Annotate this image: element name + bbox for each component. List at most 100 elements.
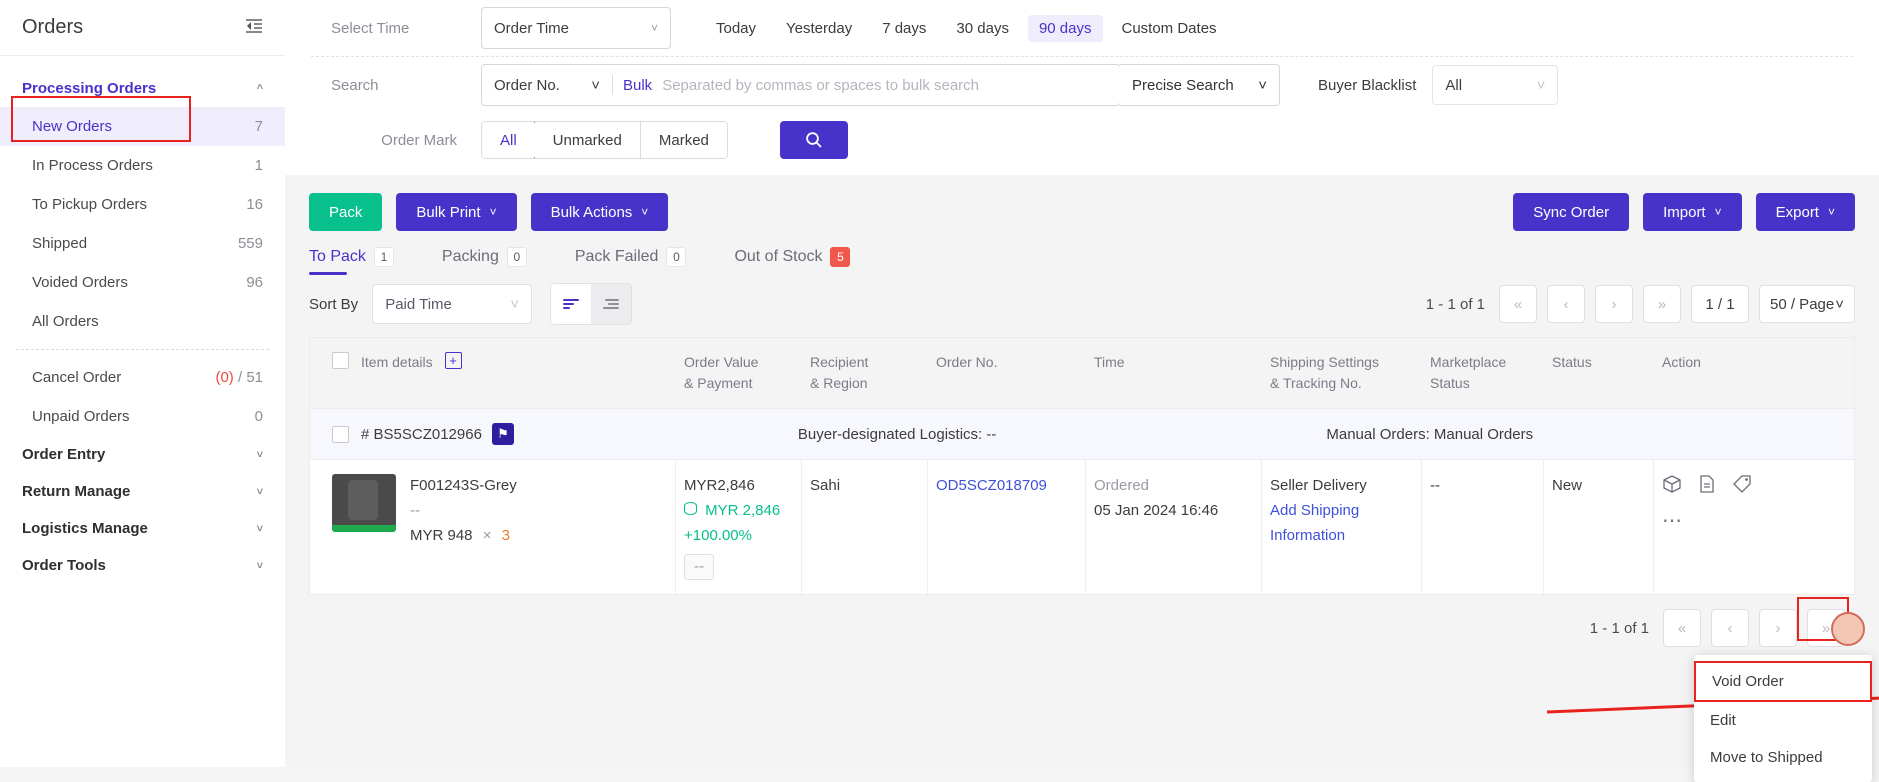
- tab-out-of-stock[interactable]: Out of Stock 5: [734, 247, 851, 275]
- sort-descending-icon: [603, 299, 620, 309]
- sidebar-item-to-pickup-orders[interactable]: To Pickup Orders 16: [0, 185, 285, 224]
- pagination-current-page[interactable]: 1 / 1: [1691, 285, 1749, 323]
- sidebar-item-shipped[interactable]: Shipped 559: [0, 224, 285, 263]
- pagination-last-button[interactable]: »: [1643, 285, 1681, 323]
- time-type-select[interactable]: Order Time ˅: [481, 7, 671, 49]
- support-avatar[interactable]: [1831, 612, 1865, 646]
- buyer-designated-logistics: Buyer-designated Logistics: --: [797, 425, 997, 443]
- tab-packing[interactable]: Packing 0: [442, 247, 527, 275]
- sidebar-group-label: Order Tools: [22, 557, 106, 574]
- bulk-search-toggle[interactable]: Bulk: [613, 77, 660, 94]
- sidebar-item-new-orders[interactable]: New Orders 7: [0, 107, 285, 146]
- paid-value-line: MYR 2,846: [684, 499, 793, 524]
- order-mark-marked[interactable]: Marked: [640, 122, 727, 158]
- sidebar-item-count: 559: [237, 235, 263, 252]
- quick-range-yesterday[interactable]: Yesterday: [775, 15, 863, 42]
- tab-pack-failed[interactable]: Pack Failed 0: [575, 247, 687, 275]
- chevron-down-icon: ˅: [650, 21, 658, 35]
- item-text-block: F001243S-Grey -- MYR 948 × 3: [410, 474, 517, 548]
- pack-button[interactable]: Pack: [309, 193, 383, 231]
- pagination-page-size-select[interactable]: 50 / Page ˅: [1759, 285, 1855, 323]
- pagination-next-button-bottom[interactable]: ›: [1759, 609, 1797, 648]
- order-no-link[interactable]: OD5SCZ018709: [936, 477, 1047, 494]
- filter-row-time: Select Time Order Time ˅ Today Yesterday…: [309, 0, 1855, 56]
- bulk-actions-button[interactable]: Bulk Actions ˅: [530, 193, 669, 231]
- sidebar-item-all-orders[interactable]: All Orders: [0, 302, 285, 341]
- quick-range-90-days[interactable]: 90 days: [1027, 14, 1103, 42]
- sort-direction-group: [550, 283, 633, 325]
- sort-descending-button[interactable]: [591, 284, 632, 324]
- sidebar-item-in-process-orders[interactable]: In Process Orders 1: [0, 146, 285, 185]
- bulk-print-label: Bulk Print: [416, 203, 481, 221]
- table-header-recipient: Recipient & Region: [802, 348, 928, 398]
- pagination-next-button[interactable]: ›: [1595, 285, 1633, 323]
- package-icon[interactable]: [1662, 474, 1682, 498]
- search-input[interactable]: [660, 65, 1120, 105]
- expand-columns-icon[interactable]: +: [444, 352, 462, 369]
- status-tabs: To Pack 1 Packing 0 Pack Failed 0 Out of…: [285, 231, 1879, 275]
- search-button[interactable]: [779, 121, 848, 159]
- export-button[interactable]: Export ˅: [1755, 193, 1855, 231]
- sidebar-item-cancel-order[interactable]: Cancel Order (0) / 51: [0, 358, 285, 397]
- table-header-status: Status: [1544, 348, 1654, 398]
- page-title: Orders: [22, 16, 84, 38]
- order-mark-all[interactable]: All: [481, 122, 536, 158]
- collapse-sidebar-icon[interactable]: [245, 18, 263, 37]
- cell-item-details: F001243S-Grey -- MYR 948 × 3: [310, 460, 676, 595]
- pagination-prev-button-bottom[interactable]: ‹: [1711, 609, 1749, 648]
- import-button[interactable]: Import ˅: [1643, 193, 1742, 231]
- sidebar-group-return-manage[interactable]: Return Manage ˅: [0, 473, 285, 510]
- sidebar-group-order-entry[interactable]: Order Entry ˅: [0, 436, 285, 473]
- sidebar-item-count: 16: [246, 196, 263, 213]
- search-kind-select[interactable]: Order No. ˅: [482, 77, 612, 94]
- sidebar-group-logistics-manage[interactable]: Logistics Manage ˅: [0, 510, 285, 547]
- context-menu-item-void-order[interactable]: Void Order: [1694, 661, 1872, 702]
- pagination-prev-button[interactable]: ‹: [1547, 285, 1585, 323]
- cell-order-value: MYR2,846 MYR 2,846 +100.00% --: [676, 460, 802, 595]
- sidebar-group-header-processing[interactable]: Processing Orders ^: [0, 70, 285, 107]
- select-all-checkbox[interactable]: [332, 352, 349, 369]
- sort-ascending-icon: [563, 299, 580, 309]
- sidebar-item-label: New Orders: [32, 118, 113, 135]
- order-mark-unmarked[interactable]: Unmarked: [534, 122, 641, 158]
- quick-range-7-days[interactable]: 7 days: [871, 15, 937, 42]
- filter-row-order-mark: Order Mark All Unmarked Marked: [309, 113, 1855, 175]
- tab-count: 0: [666, 247, 687, 267]
- sort-and-pagination-row: Sort By Paid Time ˅ 1 - 1 of 1 « ‹ › » 1…: [285, 275, 1879, 337]
- context-menu-item-move-to-shipped[interactable]: Move to Shipped: [1694, 739, 1872, 776]
- pagination-first-button-bottom[interactable]: «: [1663, 609, 1701, 648]
- add-shipping-information-link[interactable]: Add Shipping Information: [1270, 499, 1413, 549]
- item-price-line: MYR 948 × 3: [410, 524, 517, 549]
- order-select-checkbox[interactable]: [332, 425, 349, 443]
- sidebar-item-count: 0: [254, 408, 263, 425]
- chevron-down-icon: ˅: [256, 559, 263, 572]
- quick-range-custom-dates[interactable]: Custom Dates: [1111, 15, 1228, 42]
- multiply-symbol: ×: [482, 526, 492, 544]
- main-content: Select Time Order Time ˅ Today Yesterday…: [285, 0, 1879, 767]
- quick-range-today[interactable]: Today: [705, 15, 767, 42]
- tab-to-pack[interactable]: To Pack 1: [309, 247, 394, 275]
- sort-ascending-button[interactable]: [551, 284, 592, 324]
- precise-search-select[interactable]: Precise Search ˅: [1120, 64, 1280, 106]
- buyer-blacklist-select[interactable]: All ˅: [1432, 65, 1559, 105]
- document-icon[interactable]: [1698, 474, 1716, 498]
- cell-time: Ordered 05 Jan 2024 16:46: [1086, 460, 1262, 595]
- chevron-up-icon: ^: [256, 82, 263, 95]
- tag-icon[interactable]: [1732, 474, 1752, 498]
- bulk-print-button[interactable]: Bulk Print ˅: [396, 193, 517, 231]
- item-unit-price: MYR 948: [410, 526, 473, 544]
- sync-order-button[interactable]: Sync Order: [1513, 193, 1630, 231]
- sidebar-item-voided-orders[interactable]: Voided Orders 96: [0, 263, 285, 302]
- table-header-item-details: Item details +: [310, 348, 676, 398]
- quick-range-30-days[interactable]: 30 days: [945, 15, 1020, 42]
- value-percent: +100.00%: [684, 526, 752, 544]
- more-actions-icon[interactable]: ⋯: [1662, 511, 1682, 531]
- sort-by-select[interactable]: Paid Time ˅: [372, 284, 533, 324]
- sidebar-item-label: To Pickup Orders: [32, 196, 148, 213]
- sidebar-group-order-tools[interactable]: Order Tools ˅: [0, 547, 285, 584]
- sidebar-item-unpaid-orders[interactable]: Unpaid Orders 0: [0, 397, 285, 436]
- pagination-first-button[interactable]: «: [1499, 285, 1537, 323]
- flag-icon[interactable]: ⚑: [491, 423, 514, 445]
- sidebar-group-label: Processing Orders: [22, 80, 157, 97]
- context-menu-item-edit[interactable]: Edit: [1694, 702, 1872, 739]
